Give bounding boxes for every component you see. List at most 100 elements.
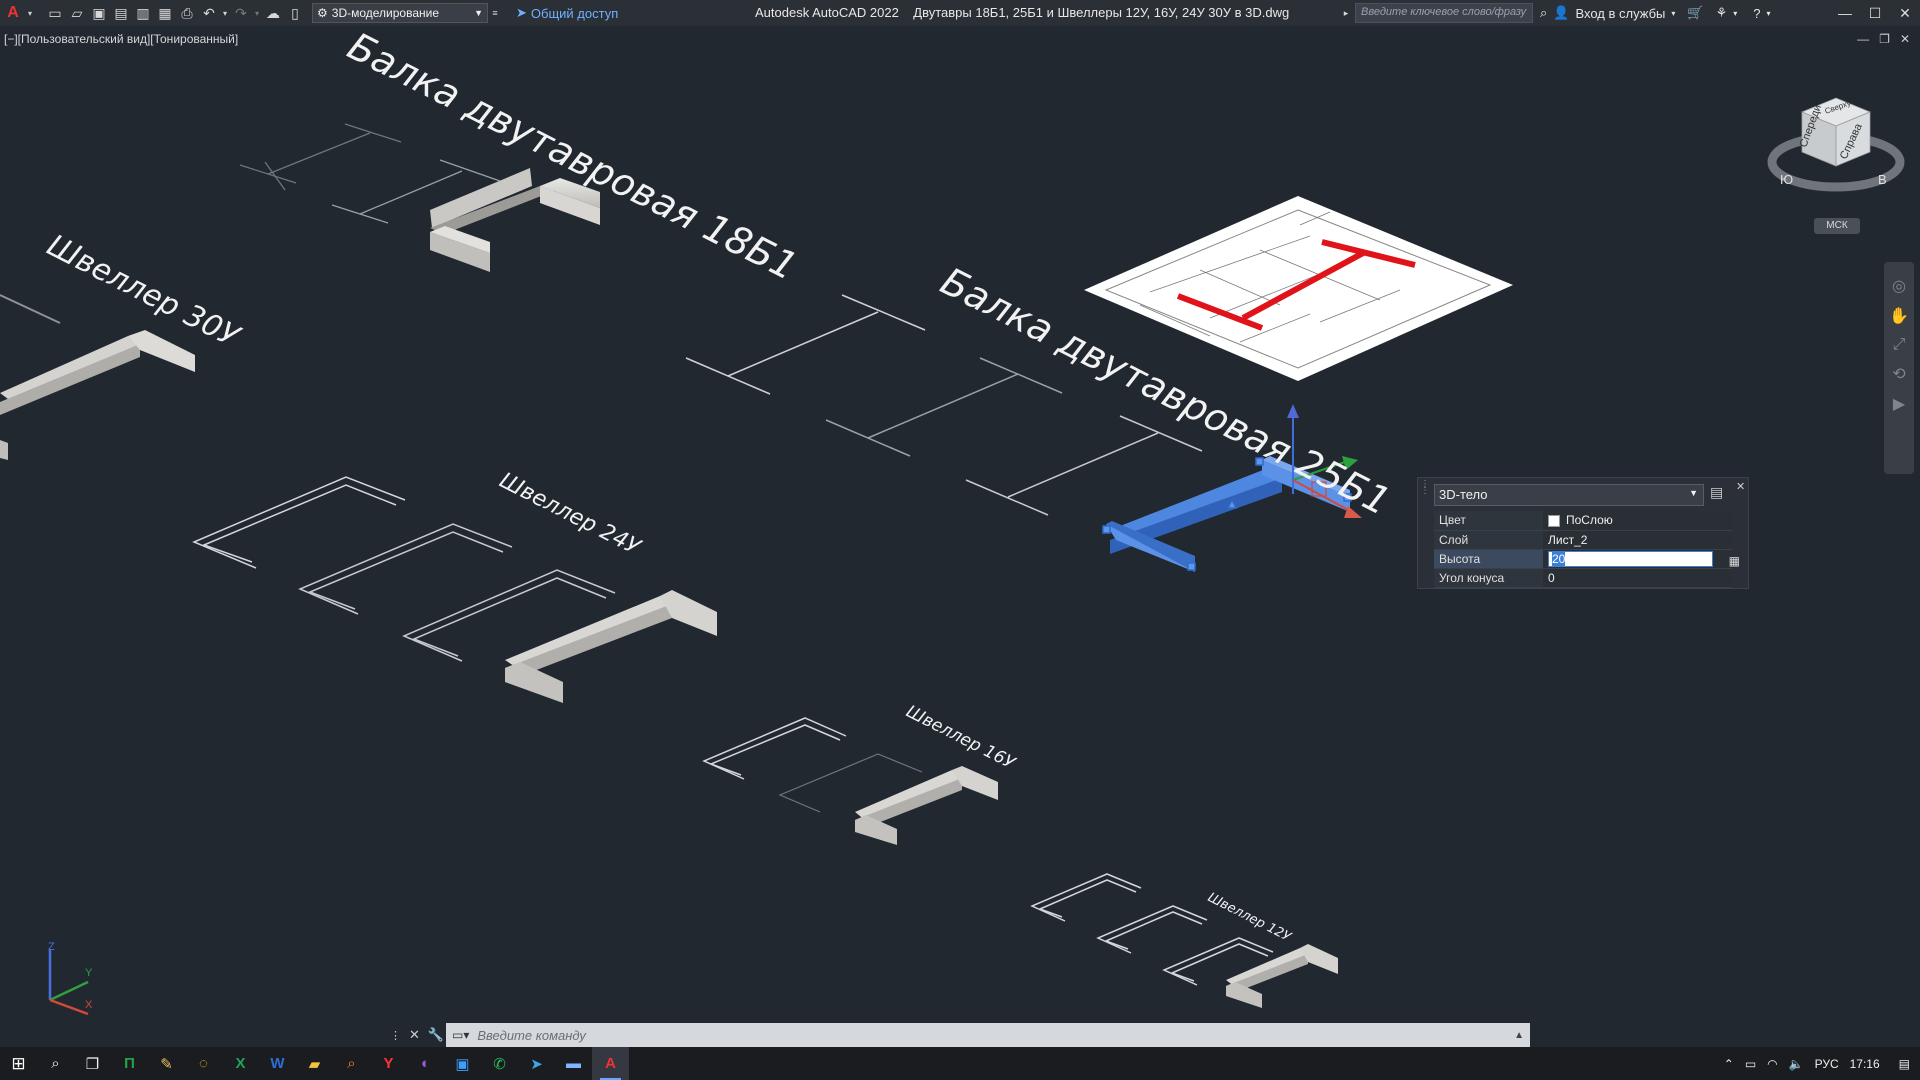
open-folder-icon[interactable]: ▱	[66, 2, 88, 24]
word-icon[interactable]: W	[259, 1047, 296, 1080]
search-icon[interactable]: ⌕	[1540, 5, 1547, 21]
customize-properties-icon[interactable]: ▤	[1710, 484, 1730, 504]
drawing-sheet-image[interactable]	[1084, 196, 1513, 381]
save-to-web-icon[interactable]: ▦	[154, 2, 176, 24]
search-app-icon[interactable]: ⌕	[333, 1047, 370, 1080]
wcs-menu[interactable]: МСК	[1814, 218, 1860, 234]
property-row-layer[interactable]: Слой Лист_2	[1434, 530, 1732, 550]
signin-label[interactable]: Вход в службы	[1575, 6, 1665, 21]
display-app-icon[interactable]: ▬	[555, 1047, 592, 1080]
object-type-select[interactable]: 3D-тело ▼	[1434, 484, 1704, 506]
file-explorer-icon[interactable]: ▰	[296, 1047, 333, 1080]
channel-24u-wire-2[interactable]	[298, 523, 513, 615]
vpn-app-icon[interactable]: ▣	[444, 1047, 481, 1080]
orbit-icon[interactable]: ⟲	[1892, 364, 1905, 384]
workspace-select[interactable]: ⚙ 3D-моделирование ▼	[312, 3, 488, 23]
close-icon[interactable]: ✕	[1736, 480, 1745, 493]
project-app-icon[interactable]: П	[111, 1047, 148, 1080]
label-channel-12u[interactable]: Швеллер 12У	[1205, 890, 1294, 945]
chevron-down-icon[interactable]: ▾	[1766, 9, 1770, 18]
save-as-icon[interactable]: ▤	[110, 2, 132, 24]
zoom-extents-icon[interactable]: ⤢	[1893, 336, 1906, 354]
channel-12u-solid[interactable]	[1226, 944, 1338, 1008]
cart-icon[interactable]: 🛒	[1687, 5, 1703, 21]
close-icon[interactable]: ✕	[409, 1027, 420, 1043]
chevron-up-icon[interactable]: ▲	[1514, 1030, 1524, 1041]
label-beam-18b1[interactable]: Балка двутавровая 18Б1	[341, 24, 804, 289]
viewcube[interactable]: Сверху Спереди Справа Ю В	[1767, 97, 1905, 192]
command-input[interactable]: ▭▾ Введите команду ▲	[446, 1023, 1530, 1047]
chevron-up-icon[interactable]: ⌃	[1724, 1057, 1734, 1071]
wrench-icon[interactable]: 🔧	[428, 1027, 444, 1043]
property-row-taper-angle[interactable]: Угол конуса 0	[1434, 568, 1732, 588]
close-icon[interactable]: ✕	[1900, 32, 1910, 46]
chevron-down-icon[interactable]: ▾	[1671, 9, 1675, 18]
battery-icon[interactable]: ▭	[1745, 1057, 1756, 1071]
beam-25b1-wire-1[interactable]	[685, 294, 926, 395]
app-menu-chevron-icon[interactable]: ▾	[24, 2, 36, 24]
undo-dropdown-icon[interactable]: ▾	[220, 2, 230, 24]
undo-icon[interactable]: ↶	[198, 2, 220, 24]
excel-icon[interactable]: X	[222, 1047, 259, 1080]
open-from-web-icon[interactable]: ▥	[132, 2, 154, 24]
pencil-app-icon[interactable]: ✎	[148, 1047, 185, 1080]
pan-icon[interactable]: ✋	[1889, 306, 1909, 326]
new-file-icon[interactable]: ▭	[44, 2, 66, 24]
steering-wheel-icon[interactable]: ◎	[1892, 276, 1906, 296]
yandex-browser-icon[interactable]: Y	[370, 1047, 407, 1080]
channel-16u-solid[interactable]	[855, 766, 998, 845]
redo-icon[interactable]: ↷	[230, 2, 252, 24]
beam-25b1-wire-3[interactable]	[965, 415, 1203, 516]
property-value-color[interactable]: ПоСлою	[1543, 511, 1732, 531]
channel-24u-solid[interactable]	[505, 590, 717, 703]
user-icon[interactable]: 👤	[1553, 5, 1569, 21]
minimize-icon[interactable]: —	[1830, 0, 1860, 26]
layer-icon[interactable]: ▯	[284, 2, 306, 24]
volume-icon[interactable]: 🔈	[1789, 1057, 1804, 1071]
share-button[interactable]: ➤ Общий доступ	[516, 5, 618, 21]
redo-dropdown-icon[interactable]: ▾	[252, 2, 262, 24]
beam-18b1-wire-1[interactable]	[239, 123, 402, 191]
language-indicator[interactable]: РУС	[1815, 1057, 1839, 1071]
task-view-icon[interactable]: ❐	[74, 1047, 111, 1080]
property-row-color[interactable]: Цвет ПоСлою	[1434, 511, 1732, 531]
customize-toolbar-icon[interactable]: ≡	[488, 2, 502, 24]
channel-12u-wire-1[interactable]	[1030, 873, 1142, 922]
circle-app-icon[interactable]: ◌	[185, 1047, 222, 1080]
clock[interactable]: 17:16	[1850, 1057, 1880, 1071]
channel-16u-wire-1[interactable]	[702, 717, 847, 780]
autocad-logo-icon[interactable]: A	[2, 2, 24, 24]
telegram-icon[interactable]: ➤	[518, 1047, 555, 1080]
maximize-icon[interactable]: ☐	[1860, 0, 1890, 26]
purple-app-icon[interactable]: ◐	[407, 1047, 444, 1080]
beam-18b1-solid[interactable]	[430, 168, 600, 272]
property-row-height[interactable]: Высота 20	[1434, 549, 1732, 569]
channel-24u-wire-1[interactable]	[192, 476, 406, 569]
label-channel-16u[interactable]: Швеллер 16У	[903, 702, 1020, 775]
viewport-controls-label[interactable]: [−][Пользовательский вид][Тонированный]	[4, 32, 238, 46]
channel-12u-wire-2[interactable]	[1096, 905, 1208, 954]
restore-icon[interactable]: ❐	[1879, 32, 1890, 46]
wifi-icon[interactable]: ◠	[1767, 1057, 1777, 1071]
chevron-down-icon[interactable]: ▾	[1733, 9, 1737, 18]
property-value[interactable]: Лист_2	[1543, 530, 1732, 550]
beam-25b1-wire-2[interactable]	[825, 357, 1063, 457]
drag-handle-icon[interactable]: ⋮	[390, 1029, 401, 1042]
windows-start-icon[interactable]: ⊞	[0, 1047, 37, 1080]
height-input[interactable]: 20	[1548, 550, 1713, 567]
plot-icon[interactable]: ⎙	[176, 2, 198, 24]
calculator-icon[interactable]: ▦	[1729, 554, 1740, 568]
label-channel-24u[interactable]: Швеллер 24У	[495, 468, 645, 561]
command-prompt-icon[interactable]: ▭▾	[452, 1028, 469, 1042]
minimize-icon[interactable]: —	[1857, 32, 1869, 46]
viewcube-south-label[interactable]: Ю	[1780, 172, 1793, 187]
whatsapp-icon[interactable]: ✆	[481, 1047, 518, 1080]
search-expand-icon[interactable]: ▸	[1340, 2, 1352, 24]
search-input[interactable]: Введите ключевое слово/фразу	[1355, 3, 1533, 23]
close-icon[interactable]: ✕	[1890, 0, 1920, 26]
share-design-icon[interactable]: ☁	[262, 2, 284, 24]
drag-handle-icon[interactable]: ⋮ ⋮	[1420, 480, 1430, 506]
viewcube-east-label[interactable]: В	[1878, 172, 1887, 187]
search-icon[interactable]: ⌕	[37, 1047, 74, 1080]
property-value[interactable]: 0	[1543, 568, 1732, 588]
